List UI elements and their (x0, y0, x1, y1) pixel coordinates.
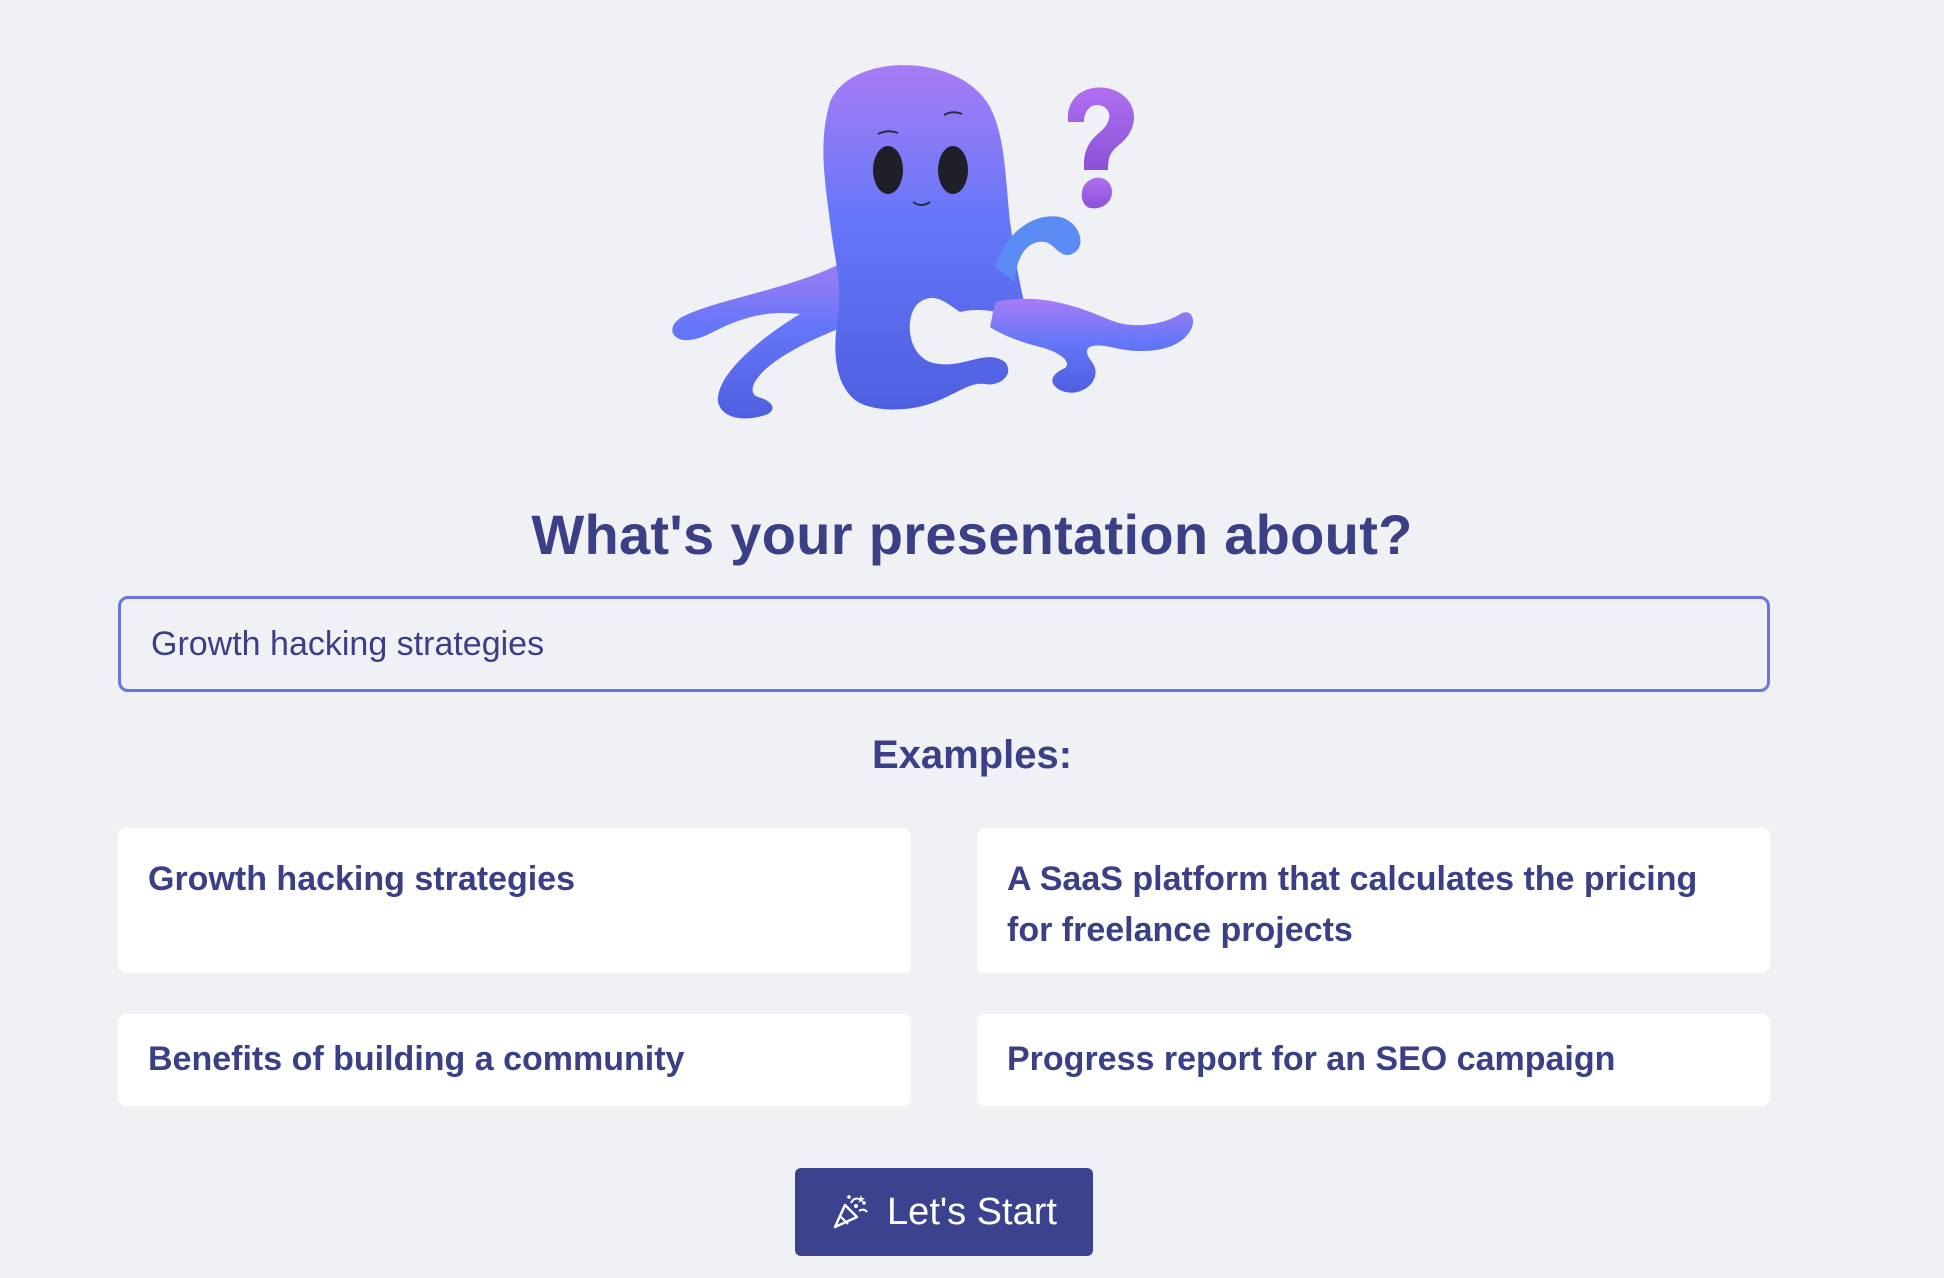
example-card-seo-report[interactable]: Progress report for an SEO campaign (977, 1014, 1770, 1106)
example-card-growth-hacking[interactable]: Growth hacking strategies (118, 828, 911, 973)
octopus-mascot-illustration (660, 62, 1230, 427)
lets-start-button[interactable]: Let's Start (795, 1168, 1093, 1256)
example-card-saas-pricing[interactable]: A SaaS platform that calculates the pric… (977, 828, 1770, 973)
examples-heading: Examples: (871, 733, 1073, 777)
page-title: What's your presentation about? (531, 503, 1413, 566)
lets-start-label: Let's Start (887, 1190, 1057, 1233)
example-card-community[interactable]: Benefits of building a community (118, 1014, 911, 1106)
topic-input[interactable] (118, 596, 1770, 692)
party-popper-icon (831, 1193, 869, 1231)
